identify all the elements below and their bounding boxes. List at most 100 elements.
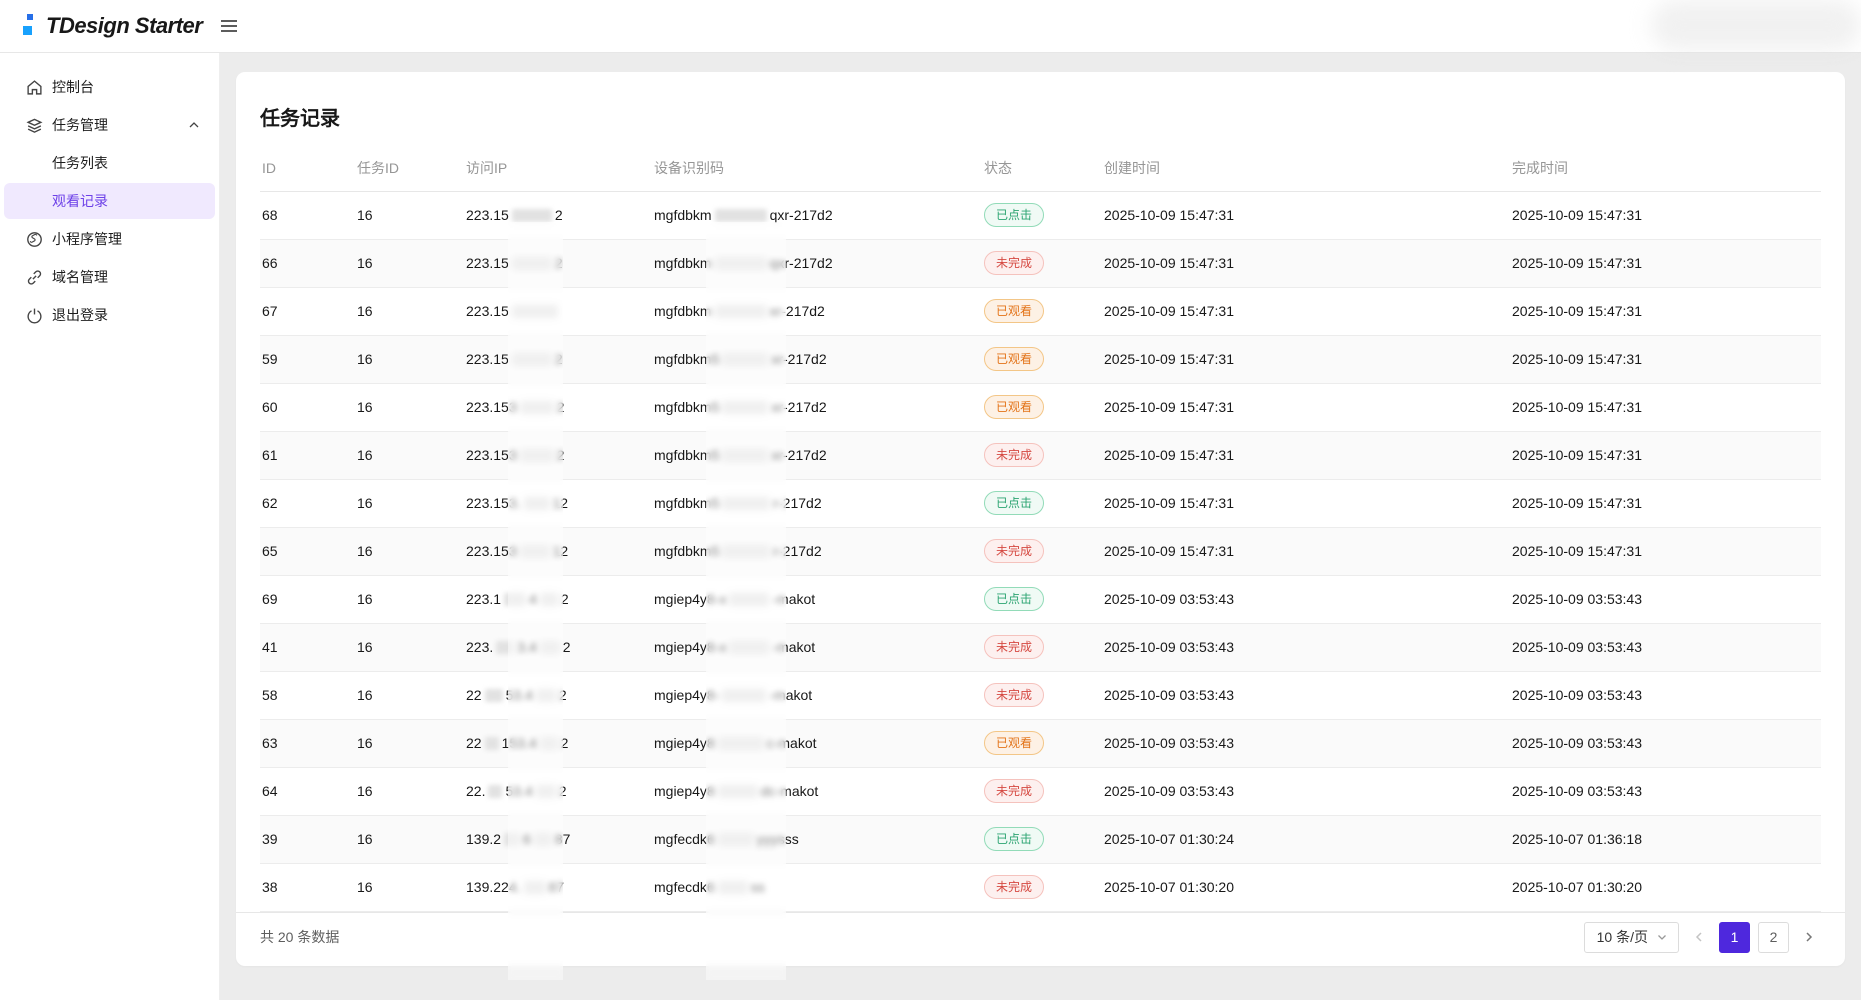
cell-task-id: 16 [355, 287, 464, 335]
status-badge: 已观看 [984, 731, 1044, 755]
cell-created: 2025-10-09 15:47:31 [1102, 431, 1510, 479]
sidebar-item-dashboard[interactable]: 控制台 [4, 69, 215, 105]
app-title: TDesign Starter [46, 13, 202, 39]
page-size-select[interactable]: 10 条/页 [1584, 922, 1679, 953]
cell-finished: 2025-10-09 15:47:31 [1510, 335, 1821, 383]
miniprogram-icon [26, 231, 43, 248]
col-task-id: 任务ID [355, 151, 464, 191]
cell-created: 2025-10-09 15:47:31 [1102, 335, 1510, 383]
link-icon [26, 269, 43, 286]
cell-id: 41 [260, 623, 355, 671]
status-badge: 已点击 [984, 827, 1044, 851]
status-badge: 已点击 [984, 491, 1044, 515]
cell-status: 已点击 [982, 479, 1102, 527]
task-records-card: 任务记录 ID 任务ID 访问IP 设备识别码 状态 创建时间 完成时间 68 … [236, 72, 1845, 966]
cell-finished: 2025-10-09 15:47:31 [1510, 383, 1821, 431]
cell-created: 2025-10-09 03:53:43 [1102, 575, 1510, 623]
next-page-button[interactable] [1797, 922, 1821, 953]
cell-ip: 2253.42 [464, 671, 652, 719]
cell-ip: 223.152 [464, 191, 652, 239]
status-badge: 已观看 [984, 395, 1044, 419]
table-row: 62 16 223.153.12 mgfdbkm5r-217d2 已点击 202… [260, 479, 1821, 527]
top-header: TDesign Starter [0, 0, 1861, 53]
cell-task-id: 16 [355, 383, 464, 431]
chevron-down-icon [1656, 931, 1668, 943]
table-header-row: ID 任务ID 访问IP 设备识别码 状态 创建时间 完成时间 [260, 151, 1821, 191]
cell-created: 2025-10-09 03:53:43 [1102, 623, 1510, 671]
cell-device: mgfecdk6yyysss [652, 815, 982, 863]
layers-icon [26, 117, 43, 134]
col-finished: 完成时间 [1510, 151, 1821, 191]
table-row: 68 16 223.152 mgfdbkmqxr-217d2 已点击 2025-… [260, 191, 1821, 239]
cell-id: 65 [260, 527, 355, 575]
sidebar-item-domain[interactable]: 域名管理 [4, 259, 215, 295]
cell-status: 未完成 [982, 527, 1102, 575]
status-badge: 未完成 [984, 875, 1044, 899]
cell-id: 64 [260, 767, 355, 815]
status-badge: 未完成 [984, 539, 1044, 563]
cell-device: mgiep4y8c-makot [652, 719, 982, 767]
page-title: 任务记录 [260, 102, 1821, 131]
cell-device: mgfdbkm5xr-217d2 [652, 383, 982, 431]
cell-finished: 2025-10-09 15:47:31 [1510, 431, 1821, 479]
cell-task-id: 16 [355, 431, 464, 479]
cell-created: 2025-10-09 03:53:43 [1102, 671, 1510, 719]
cell-created: 2025-10-09 03:53:43 [1102, 719, 1510, 767]
table-row: 67 16 223.15 mgfdbkmxr-217d2 已观看 2025-10… [260, 287, 1821, 335]
cell-task-id: 16 [355, 767, 464, 815]
cell-id: 61 [260, 431, 355, 479]
status-badge: 未完成 [984, 443, 1044, 467]
cell-status: 未完成 [982, 623, 1102, 671]
app-logo[interactable]: TDesign Starter [0, 12, 202, 40]
col-device: 设备识别码 [652, 151, 982, 191]
sidebar-item-task-list[interactable]: 任务列表 [4, 145, 215, 181]
hamburger-menu-icon[interactable] [216, 13, 242, 39]
cell-ip: 223.1532 [464, 383, 652, 431]
cell-ip: 223.15312 [464, 527, 652, 575]
cell-created: 2025-10-09 15:47:31 [1102, 239, 1510, 287]
cell-finished: 2025-10-09 15:47:31 [1510, 191, 1821, 239]
cell-status: 已观看 [982, 335, 1102, 383]
cell-status: 未完成 [982, 767, 1102, 815]
table-row: 66 16 223.152 mgfdbkmqxr-217d2 未完成 2025-… [260, 239, 1821, 287]
home-icon [26, 79, 43, 96]
sidebar-nav: 控制台 任务管理 任务列表 观看记录 小程序管理 [0, 53, 220, 1000]
col-created: 创建时间 [1102, 151, 1510, 191]
cell-id: 68 [260, 191, 355, 239]
pagination: 10 条/页 1 2 [1584, 922, 1821, 953]
status-badge: 已观看 [984, 299, 1044, 323]
cell-task-id: 16 [355, 479, 464, 527]
cell-ip: 139.2687 [464, 815, 652, 863]
cell-task-id: 16 [355, 191, 464, 239]
cell-id: 39 [260, 815, 355, 863]
prev-page-button[interactable] [1687, 922, 1711, 953]
page-button-2[interactable]: 2 [1758, 922, 1789, 953]
cell-id: 59 [260, 335, 355, 383]
table-row: 64 16 22.53.42 mgiep4y8dc-makot 未完成 2025… [260, 767, 1821, 815]
cell-device: mgfdbkmqxr-217d2 [652, 239, 982, 287]
chevron-up-icon [187, 118, 201, 132]
table-footer: 共 20 条数据 10 条/页 1 2 [236, 912, 1845, 966]
sidebar-item-watch-records[interactable]: 观看记录 [4, 183, 215, 219]
sidebar-item-task-management[interactable]: 任务管理 [4, 107, 215, 143]
table-row: 69 16 223.142 mgiep4y8-x-makot 已点击 2025-… [260, 575, 1821, 623]
table-row: 58 16 2253.42 mgiep4y8--makot 未完成 2025-1… [260, 671, 1821, 719]
cell-ip: 223.1532 [464, 431, 652, 479]
page-button-1[interactable]: 1 [1719, 922, 1750, 953]
cell-created: 2025-10-09 15:47:31 [1102, 383, 1510, 431]
power-icon [26, 307, 43, 324]
header-redacted-area [1651, 0, 1861, 50]
cell-finished: 2025-10-09 15:47:31 [1510, 239, 1821, 287]
sidebar-item-miniprogram[interactable]: 小程序管理 [4, 221, 215, 257]
cell-finished: 2025-10-09 15:47:31 [1510, 287, 1821, 335]
cell-device: mgfecdk6ss [652, 863, 982, 911]
col-status: 状态 [982, 151, 1102, 191]
cell-device: mgfdbkm5xr-217d2 [652, 431, 982, 479]
sidebar-item-logout[interactable]: 退出登录 [4, 297, 215, 333]
cell-created: 2025-10-09 15:47:31 [1102, 479, 1510, 527]
cell-device: mgiep4y8-x-makot [652, 575, 982, 623]
table-row: 59 16 223.152 mgfdbkm5xr-217d2 已观看 2025-… [260, 335, 1821, 383]
status-badge: 未完成 [984, 683, 1044, 707]
cell-device: mgiep4y8--makot [652, 671, 982, 719]
cell-device: mgfdbkm5r-217d2 [652, 527, 982, 575]
